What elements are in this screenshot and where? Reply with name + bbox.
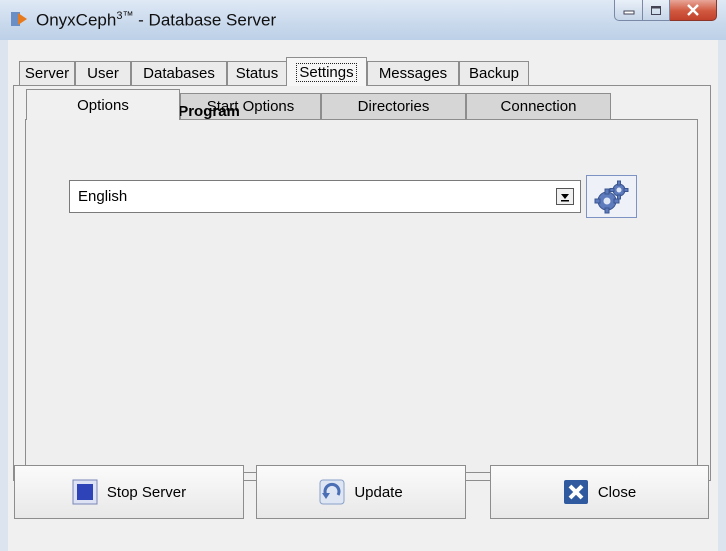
tab-options[interactable]: Options: [26, 89, 180, 120]
title-bar[interactable]: OnyxCeph3™ - Database Server: [0, 0, 726, 40]
tab-server[interactable]: Server: [19, 61, 75, 85]
maximize-button[interactable]: [643, 0, 670, 21]
tab-databases[interactable]: Databases: [131, 61, 227, 85]
tab-status[interactable]: Status: [227, 61, 287, 85]
tab-backup[interactable]: Backup: [459, 61, 529, 85]
maximize-icon: [651, 5, 661, 15]
update-icon: [319, 479, 345, 505]
tab-settings[interactable]: Settings: [286, 57, 367, 86]
close-button[interactable]: Close: [490, 465, 709, 519]
close-window-icon: [687, 4, 699, 16]
language-settings-button[interactable]: [586, 175, 637, 218]
minimize-icon: [623, 10, 634, 15]
gears-icon: [594, 180, 629, 214]
close-icon: [563, 480, 588, 504]
tab-connection[interactable]: Connection: [466, 93, 611, 119]
dropdown-arrow-button[interactable]: [556, 188, 574, 205]
window-title: OnyxCeph3™ - Database Server: [36, 10, 277, 30]
stop-icon: [72, 479, 98, 505]
stop-server-button[interactable]: Stop Server: [14, 465, 244, 519]
options-page: [25, 119, 698, 473]
tab-user[interactable]: User: [75, 61, 131, 85]
close-window-button[interactable]: [670, 0, 717, 21]
tab-directories[interactable]: Directories: [321, 93, 466, 119]
dropdown-arrow-icon: [561, 194, 569, 202]
caption-buttons: [614, 0, 717, 24]
close-label: Close: [597, 483, 637, 501]
main-tab-bar: Server User Databases Status Settings Me…: [8, 40, 718, 90]
tab-messages[interactable]: Messages: [367, 61, 459, 85]
app-icon: [11, 12, 27, 26]
stop-server-label: Stop Server: [106, 483, 187, 501]
language-select-value: English: [78, 188, 128, 205]
update-label: Update: [354, 483, 403, 501]
update-button[interactable]: Update: [256, 465, 466, 519]
language-select[interactable]: English: [69, 180, 581, 213]
client-area: Server User Databases Status Settings Me…: [8, 40, 718, 551]
app-window: OnyxCeph3™ - Database Server Server User…: [0, 0, 726, 551]
minimize-button[interactable]: [614, 0, 643, 21]
settings-panel: Options Start Options Directories Connec…: [13, 85, 711, 481]
